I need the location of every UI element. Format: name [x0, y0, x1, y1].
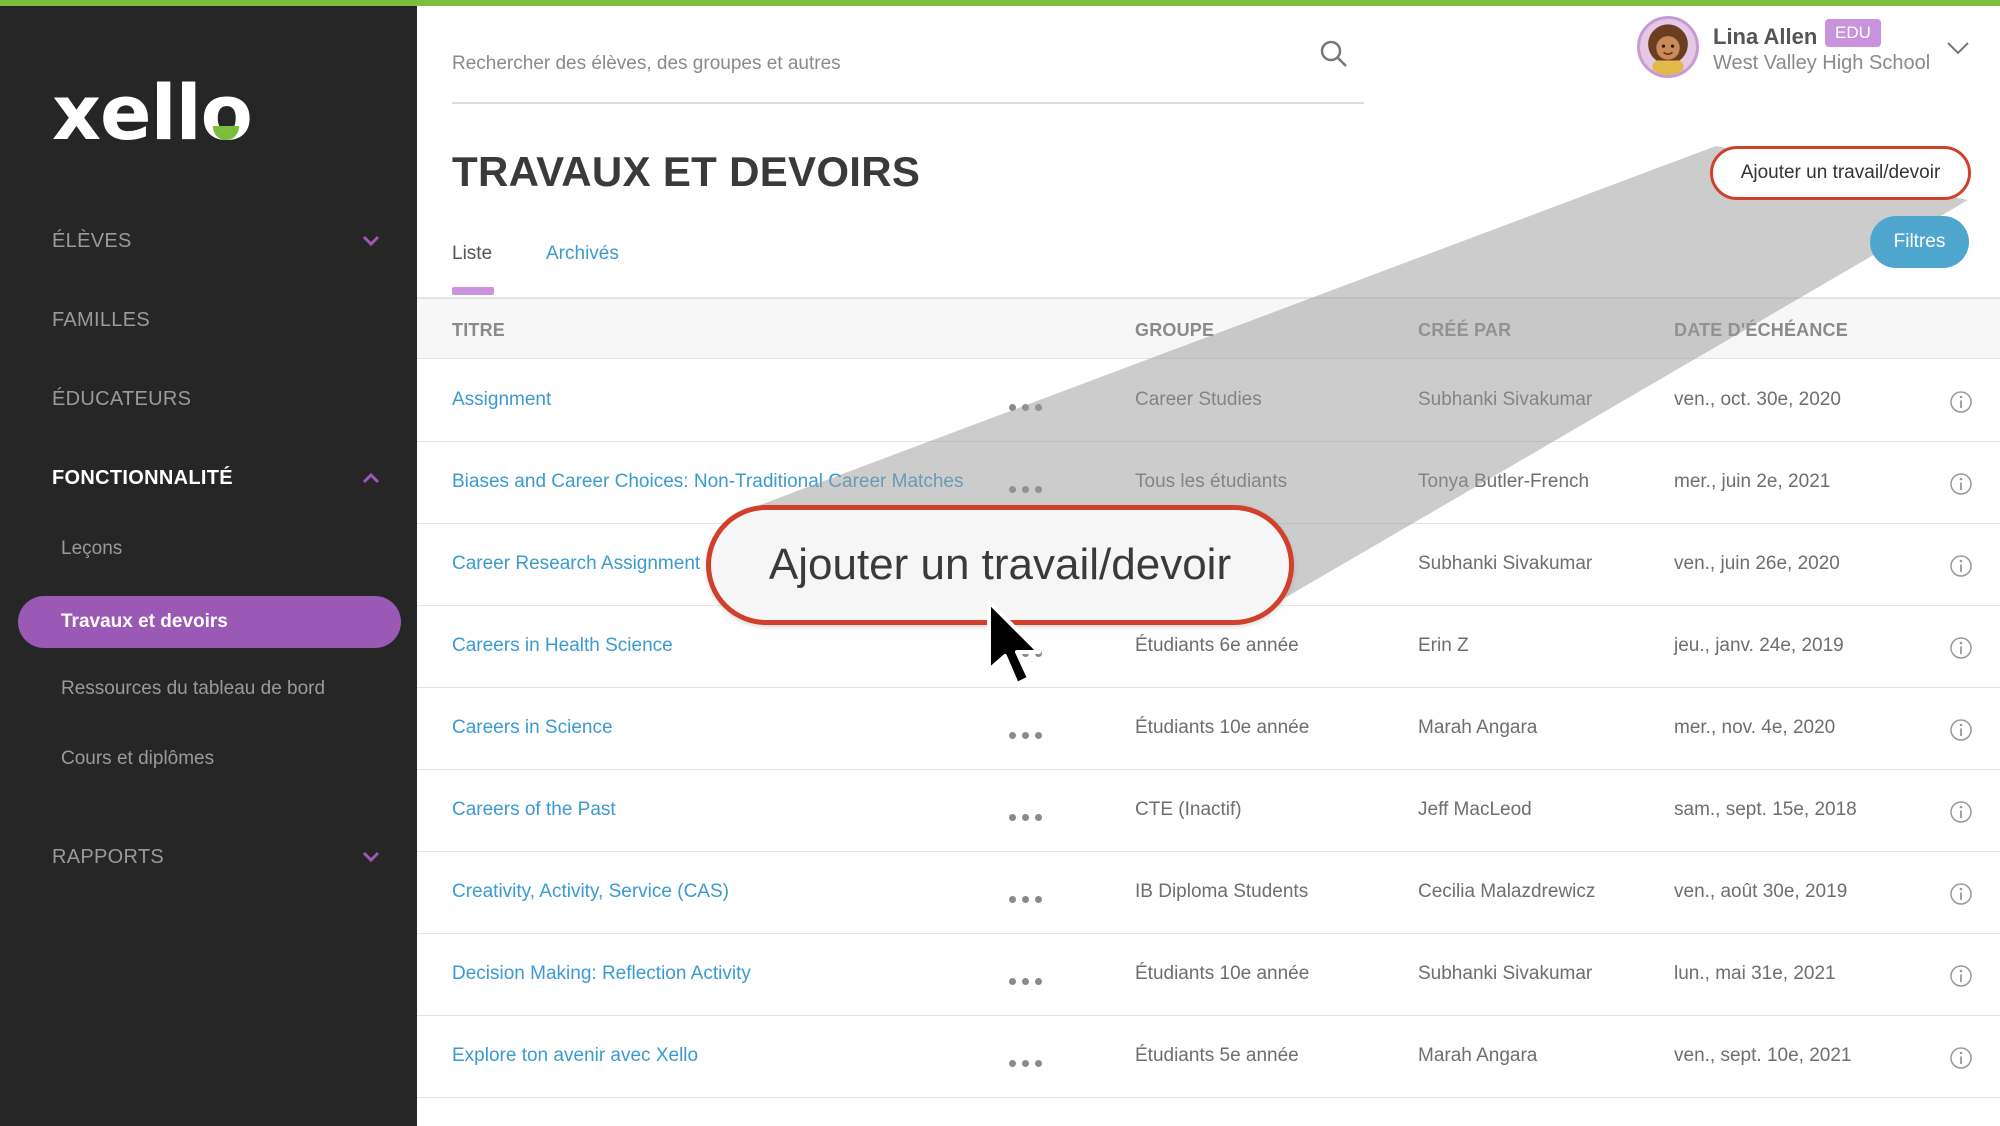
- due-date-cell: sam., sept. 15e, 2018: [1674, 799, 1857, 820]
- due-date-cell: ven., oct. 30e, 2020: [1674, 389, 1841, 410]
- group-cell: IB Diploma Students: [1135, 881, 1309, 902]
- creator-cell: Cecilia Malazdrewicz: [1418, 881, 1596, 902]
- group-cell: Career Studies: [1135, 389, 1262, 410]
- column-header-groupe[interactable]: GROUPE: [1135, 320, 1214, 341]
- more-options-icon[interactable]: [1009, 890, 1053, 903]
- sidebar-subitem-travaux-active[interactable]: Travaux et devoirs: [18, 596, 401, 648]
- info-icon[interactable]: [1949, 472, 1973, 496]
- search-bar: [452, 30, 1364, 104]
- sidebar-subitem-cours[interactable]: Cours et diplômes: [61, 748, 214, 770]
- chevron-down-icon[interactable]: [1944, 36, 1972, 60]
- assignment-title-link[interactable]: Careers in Health Science: [452, 635, 673, 657]
- assignment-title-link[interactable]: Creativity, Activity, Service (CAS): [452, 881, 729, 903]
- filters-button[interactable]: Filtres: [1870, 216, 1969, 268]
- school-name: West Valley High School: [1713, 52, 1931, 74]
- sidebar-item-familles[interactable]: FAMILLES: [52, 309, 150, 332]
- assignment-title-link[interactable]: Career Research Assignment: [452, 553, 700, 575]
- group-cell: Étudiants 5e année: [1135, 1045, 1299, 1066]
- chevron-down-icon[interactable]: [358, 844, 384, 870]
- due-date-cell: mer., juin 2e, 2021: [1674, 471, 1831, 492]
- sidebar-subitem-ressources[interactable]: Ressources du tableau de bord: [61, 678, 325, 700]
- column-header-cree-par[interactable]: CRÉÉ PAR: [1418, 320, 1511, 341]
- user-name: Lina Allen: [1713, 24, 1818, 49]
- assignment-title-link[interactable]: Careers of the Past: [452, 799, 616, 821]
- info-icon[interactable]: [1949, 964, 1973, 988]
- creator-cell: Subhanki Sivakumar: [1418, 963, 1593, 984]
- due-date-cell: jeu., janv. 24e, 2019: [1674, 635, 1844, 656]
- due-date-cell: ven., juin 26e, 2020: [1674, 553, 1840, 574]
- chevron-down-icon[interactable]: [358, 228, 384, 254]
- sidebar-item-fonctionnalite[interactable]: FONCTIONNALITÉ: [52, 467, 233, 490]
- assignment-title-link[interactable]: Explore ton avenir avec Xello: [452, 1045, 698, 1067]
- assignment-title-link[interactable]: Assignment: [452, 389, 551, 411]
- column-header-date[interactable]: DATE D'ÉCHÉANCE: [1674, 320, 1848, 341]
- creator-cell: Marah Angara: [1418, 717, 1538, 738]
- tab-archives[interactable]: Archivés: [546, 243, 619, 265]
- group-cell: Étudiants 10e année: [1135, 717, 1310, 738]
- user-menu[interactable]: Lina Allen EDU West Valley High School: [1637, 16, 1987, 86]
- search-icon[interactable]: [1318, 38, 1350, 70]
- due-date-cell: ven., sept. 10e, 2021: [1674, 1045, 1852, 1066]
- table-header: TITRE GROUPE CRÉÉ PAR DATE D'ÉCHÉANCE: [417, 297, 2000, 359]
- info-icon[interactable]: [1949, 1046, 1973, 1070]
- sidebar: xello ÉLÈVES FAMILLES ÉDUCATEURS FONCTIO…: [0, 6, 417, 1126]
- sidebar-subitem-label: Travaux et devoirs: [61, 611, 228, 632]
- creator-cell: Marah Angara: [1418, 1045, 1538, 1066]
- table-row[interactable]: Careers of the Past CTE (Inactif) Jeff Mac…: [417, 770, 2000, 852]
- assignment-title-link[interactable]: Biases and Career Choices: Non-Tradition…: [452, 471, 963, 493]
- xello-logo[interactable]: xello: [52, 68, 253, 157]
- info-icon[interactable]: [1949, 882, 1973, 906]
- info-icon[interactable]: [1949, 390, 1973, 414]
- add-assignment-button[interactable]: Ajouter un travail/devoir: [1710, 146, 1971, 200]
- sidebar-subitem-lecons[interactable]: Leçons: [61, 538, 122, 560]
- table-row[interactable]: Careers in Science Étudiants 10e année Mar…: [417, 688, 2000, 770]
- more-options-icon[interactable]: [1009, 398, 1053, 411]
- creator-cell: Subhanki Sivakumar: [1418, 389, 1593, 410]
- info-icon[interactable]: [1949, 718, 1973, 742]
- avatar: [1637, 16, 1699, 78]
- top-accent-bar: [0, 0, 2000, 6]
- info-icon[interactable]: [1949, 554, 1973, 578]
- table-row[interactable]: Creativity, Activity, Service (CAS) IB Di…: [417, 852, 2000, 934]
- search-input[interactable]: [452, 44, 1292, 84]
- more-options-icon[interactable]: [1009, 480, 1053, 493]
- creator-cell: Tonya Butler-French: [1418, 471, 1590, 492]
- creator-cell: Erin Z: [1418, 635, 1469, 656]
- table-row[interactable]: Assignment Career Studies Subhanki Sivakum…: [417, 360, 2000, 442]
- assignment-title-link[interactable]: Decision Making: Reflection Activity: [452, 963, 751, 985]
- creator-cell: Subhanki Sivakumar: [1418, 553, 1593, 574]
- due-date-cell: lun., mai 31e, 2021: [1674, 963, 1836, 984]
- info-icon[interactable]: [1949, 636, 1973, 660]
- group-cell: Tous les étudiants: [1135, 471, 1288, 492]
- more-options-icon[interactable]: [1009, 808, 1053, 821]
- chevron-up-icon[interactable]: [358, 465, 384, 491]
- table-row[interactable]: Explore ton avenir avec Xello Étudiants 5…: [417, 1016, 2000, 1098]
- creator-cell: Jeff MacLeod: [1418, 799, 1532, 820]
- due-date-cell: mer., nov. 4e, 2020: [1674, 717, 1836, 738]
- sidebar-item-educateurs[interactable]: ÉDUCATEURS: [52, 388, 191, 411]
- tab-liste[interactable]: Liste: [452, 243, 492, 265]
- assignment-title-link[interactable]: Careers in Science: [452, 717, 613, 739]
- column-header-titre[interactable]: TITRE: [452, 320, 505, 341]
- sidebar-item-eleves[interactable]: ÉLÈVES: [52, 230, 132, 253]
- group-cell: CTE (Inactif): [1135, 799, 1242, 820]
- due-date-cell: ven., août 30e, 2019: [1674, 881, 1848, 902]
- page-title: TRAVAUX ET DEVOIRS: [452, 148, 921, 195]
- sidebar-item-rapports[interactable]: RAPPORTS: [52, 846, 164, 869]
- more-options-icon[interactable]: [1009, 1054, 1053, 1067]
- group-cell: Étudiants 6e année: [1135, 635, 1299, 656]
- group-cell: Étudiants 10e année: [1135, 963, 1310, 984]
- edu-badge: EDU: [1825, 19, 1881, 47]
- table-row[interactable]: Decision Making: Reflection Activity Étud…: [417, 934, 2000, 1016]
- active-tab-indicator: [452, 287, 494, 295]
- info-icon[interactable]: [1949, 800, 1973, 824]
- more-options-icon[interactable]: [1009, 726, 1053, 739]
- more-options-icon[interactable]: [1009, 972, 1053, 985]
- mouse-cursor-icon: [987, 600, 1041, 686]
